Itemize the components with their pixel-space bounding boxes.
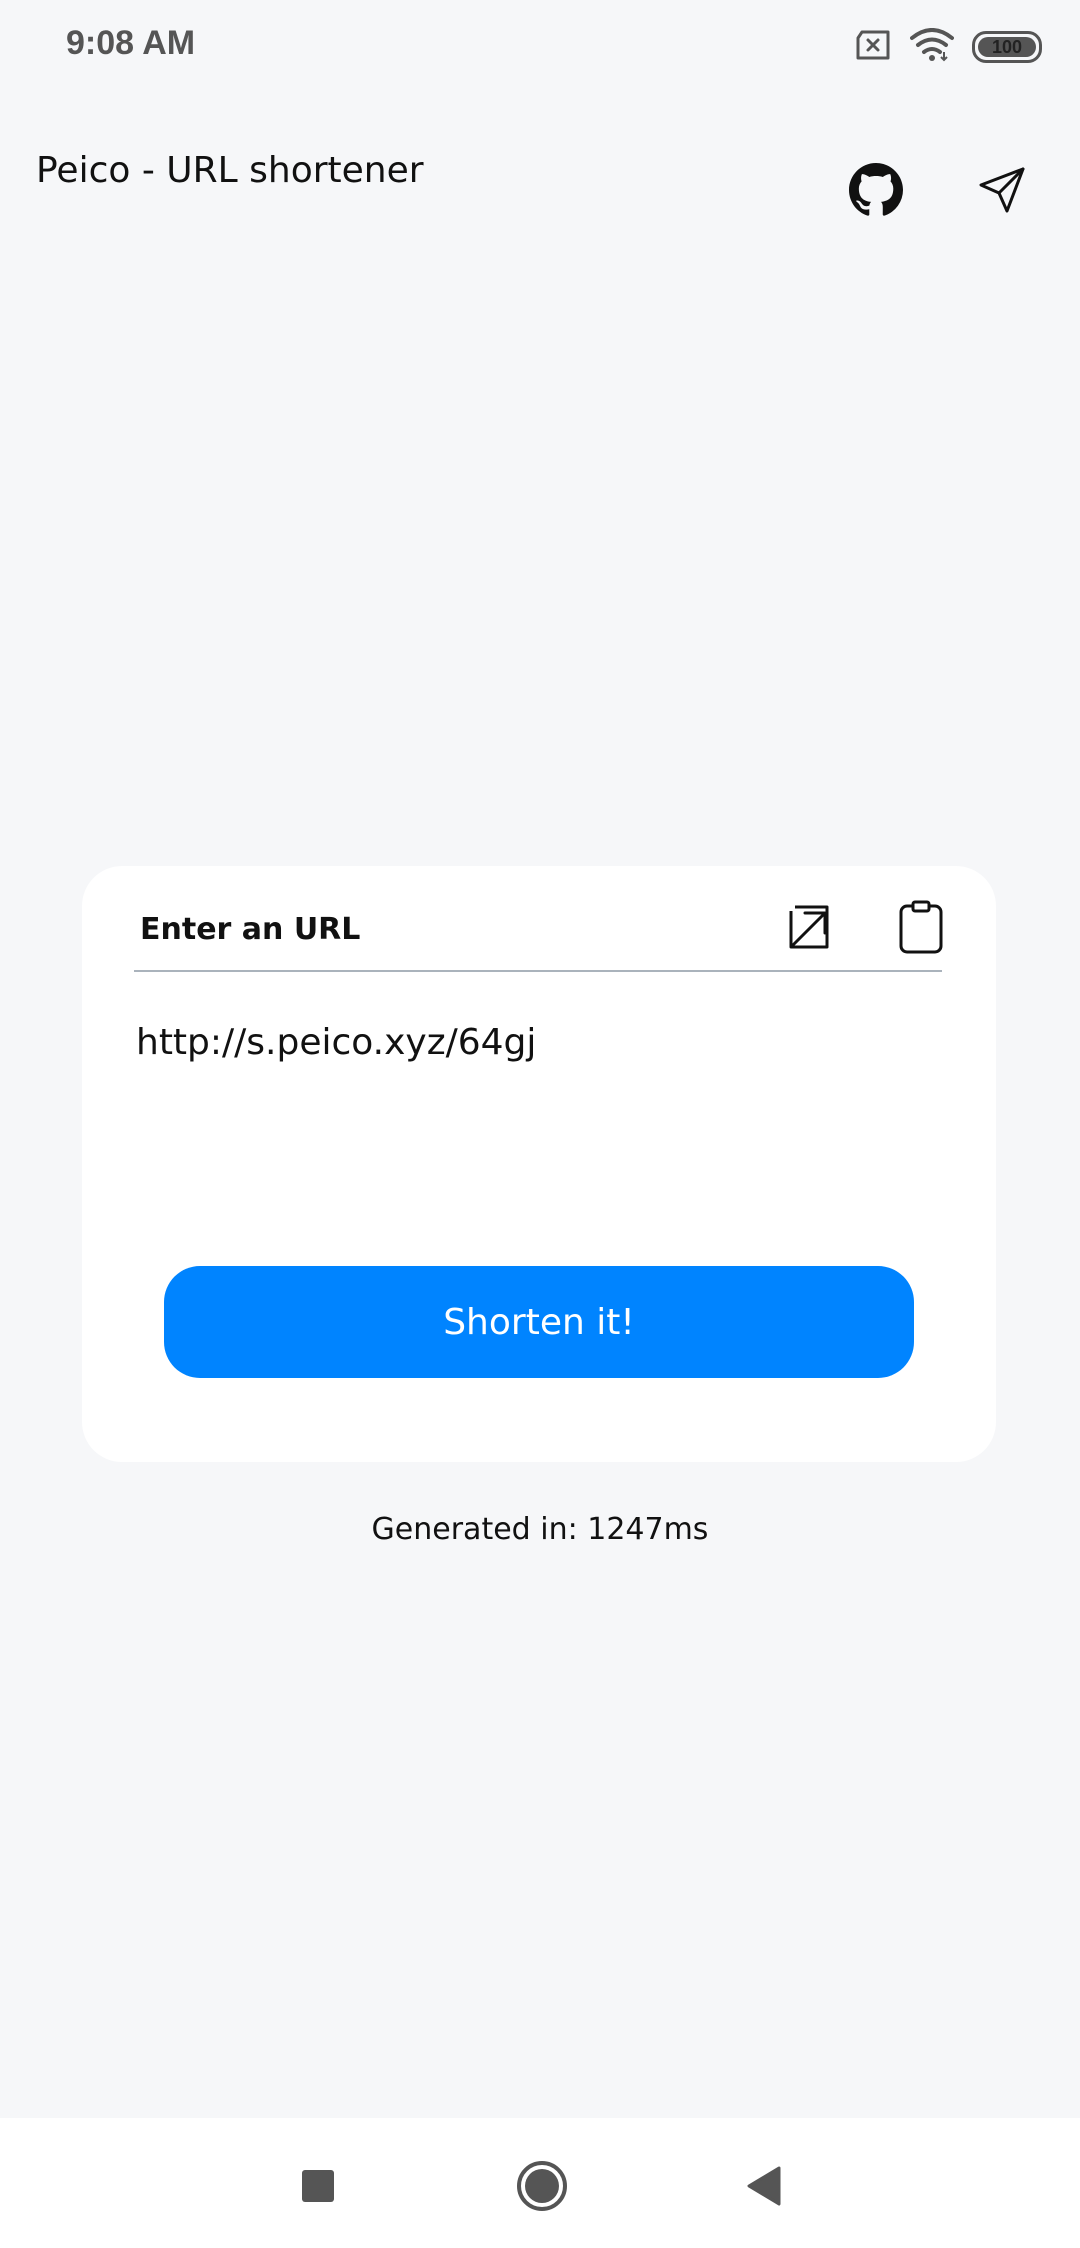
open-url-button[interactable] <box>776 894 846 964</box>
app-title: Peico - URL shortener <box>36 150 424 191</box>
home-icon <box>515 2159 569 2217</box>
url-input[interactable] <box>136 1012 936 1072</box>
recents-icon <box>300 2168 336 2208</box>
home-button[interactable] <box>502 2148 582 2228</box>
status-bar: 9:08 AM 100 <box>0 0 1080 96</box>
battery-icon: 100 <box>972 31 1042 63</box>
back-icon <box>745 2166 783 2210</box>
navigation-bar <box>0 2118 1080 2248</box>
url-field-underline <box>134 970 942 972</box>
status-icons: 100 <box>854 28 1042 66</box>
generated-time-text: Generated in: 1247ms <box>371 1512 709 1547</box>
send-icon <box>977 165 1027 219</box>
open-external-icon <box>787 903 835 955</box>
paste-button[interactable] <box>886 894 956 964</box>
send-button[interactable] <box>962 152 1042 232</box>
back-button[interactable] <box>724 2148 804 2228</box>
battery-level: 100 <box>991 36 1023 57</box>
sim-error-icon <box>854 30 892 64</box>
shorten-button[interactable]: Shorten it! <box>164 1266 914 1378</box>
github-button[interactable] <box>836 152 916 232</box>
url-input-label: Enter an URL <box>140 912 361 947</box>
clipboard-icon <box>897 900 945 958</box>
github-icon <box>849 163 903 221</box>
app-bar: Peico - URL shortener <box>0 130 1080 250</box>
wifi-icon <box>910 28 954 66</box>
shortener-card: Enter an URL Shorten it! <box>82 866 996 1462</box>
recents-button[interactable] <box>278 2148 358 2228</box>
status-time: 9:08 AM <box>66 24 196 62</box>
